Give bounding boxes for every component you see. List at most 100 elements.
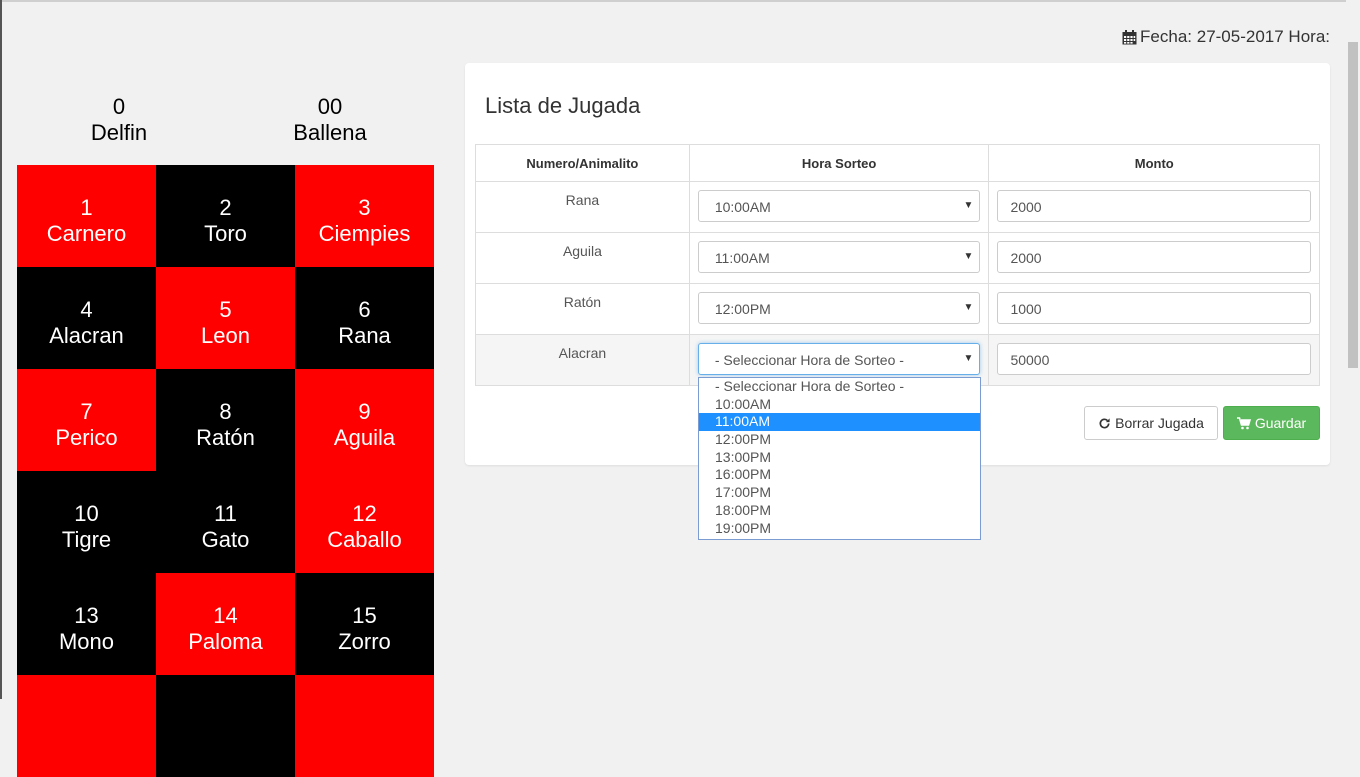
animal-name: Gato — [201, 527, 250, 552]
animal-name: Tigre — [61, 527, 112, 552]
animal-number: 10 — [74, 501, 99, 526]
column-header-hora: Hora Sorteo — [688, 144, 990, 182]
animal-number: 13 — [74, 603, 99, 628]
dropdown-option[interactable]: 16:00PM — [699, 466, 980, 484]
hora-select-value: 12:00PM — [714, 301, 771, 317]
dropdown-option[interactable]: 11:00AM — [699, 413, 980, 432]
animal-card-6[interactable]: 6 Rana — [295, 267, 434, 369]
animal-number: 2 — [219, 195, 232, 220]
animal-number: 9 — [358, 399, 371, 424]
animal-name: Ratón — [196, 425, 255, 450]
animal-name: Toro — [204, 221, 247, 246]
hora-select-value: - Seleccionar Hora de Sorteo - — [714, 352, 904, 368]
monto-input[interactable]: 50000 — [997, 343, 1311, 375]
animal-cell: Aguila — [562, 243, 602, 259]
table-row: Rana 10:00AM ▼ 2000 — [475, 181, 1320, 233]
animal-name: Rana — [338, 323, 391, 348]
table-row: Aguila 11:00AM ▼ 2000 — [475, 232, 1320, 284]
animal-card-12[interactable]: 12 Caballo — [295, 471, 434, 573]
scrollbar-thumb[interactable] — [1348, 42, 1358, 368]
table-row: Ratón 12:00PM ▼ 1000 — [475, 283, 1320, 335]
animal-card-1[interactable]: 1 Carnero — [17, 165, 156, 267]
column-header-numero: Numero/Animalito — [475, 144, 690, 182]
animal-cell: Alacran — [558, 345, 607, 361]
animal-card-3[interactable]: 3 Ciempies — [295, 165, 434, 267]
monto-input[interactable]: 1000 — [997, 292, 1311, 324]
animal-card-2[interactable]: 2 Toro — [156, 165, 295, 267]
monto-input[interactable]: 2000 — [997, 190, 1311, 222]
animal-card-4[interactable]: 4 Alacran — [17, 267, 156, 369]
page-scrollbar[interactable] — [1346, 0, 1360, 699]
panel-title: Lista de Jugada — [485, 93, 641, 118]
borrar-jugada-button[interactable]: Borrar Jugada — [1084, 406, 1218, 440]
chevron-down-icon: ▼ — [963, 200, 974, 211]
dropdown-option[interactable]: 12:00PM — [699, 431, 980, 449]
animal-number: 7 — [80, 399, 93, 424]
animal-number: 12 — [352, 501, 377, 526]
hora-select[interactable]: 10:00AM ▼ — [697, 190, 981, 222]
window-top-border — [0, 0, 1360, 2]
animal-number: 0 — [112, 94, 126, 119]
animal-number: 1 — [80, 195, 93, 220]
animal-card-13[interactable]: 13 Mono — [17, 573, 156, 675]
animal-number: 11 — [214, 501, 237, 526]
animal-name: Perico — [55, 425, 118, 450]
dropdown-option[interactable]: 18:00PM — [699, 502, 980, 520]
animal-name: Aguila — [333, 425, 396, 450]
animal-number: 14 — [213, 603, 238, 628]
guardar-label: Guardar — [1254, 415, 1307, 431]
chevron-down-icon: ▼ — [963, 353, 974, 364]
chevron-down-icon: ▼ — [963, 302, 974, 313]
animal-card-11[interactable]: 11 Gato — [156, 471, 295, 573]
animal-number: 8 — [219, 399, 232, 424]
dropdown-option[interactable]: 10:00AM — [699, 396, 980, 414]
calendar-icon — [1122, 29, 1137, 45]
animal-name: Paloma — [188, 629, 263, 654]
animal-card-partial[interactable] — [295, 675, 434, 777]
animal-name: Delfin — [90, 120, 148, 145]
animal-card-0[interactable]: 0 Delfin — [62, 94, 176, 146]
hora-select[interactable]: 11:00AM ▼ — [697, 241, 981, 273]
chevron-down-icon: ▼ — [963, 251, 974, 262]
animal-name: Mono — [58, 629, 115, 654]
animal-card-partial[interactable] — [156, 675, 295, 777]
animal-card-9[interactable]: 9 Aguila — [295, 369, 434, 471]
animal-name: Leon — [201, 323, 250, 348]
dropdown-option[interactable]: 17:00PM — [699, 484, 980, 502]
animal-card-15[interactable]: 15 Zorro — [295, 573, 434, 675]
animal-name: Alacran — [49, 323, 124, 348]
animal-card-partial[interactable] — [17, 675, 156, 777]
animal-number: 4 — [80, 297, 93, 322]
window-left-border — [0, 0, 2, 699]
monto-input[interactable]: 2000 — [997, 241, 1311, 273]
animal-number: 6 — [358, 297, 371, 322]
dropdown-option[interactable]: 13:00PM — [699, 449, 980, 467]
animal-name: Caballo — [327, 527, 402, 552]
hora-select-open[interactable]: - Seleccionar Hora de Sorteo - ▼ — [697, 343, 981, 375]
hora-select-value: 10:00AM — [714, 199, 771, 215]
animal-name: Carnero — [46, 221, 127, 246]
animal-name: Ballena — [293, 120, 367, 145]
guardar-button[interactable]: Guardar — [1223, 406, 1320, 440]
hora-select[interactable]: 12:00PM ▼ — [697, 292, 981, 324]
hora-sorteo-dropdown-list[interactable]: - Seleccionar Hora de Sorteo -10:00AM 11:… — [698, 377, 981, 540]
animal-number: 3 — [358, 195, 371, 220]
animal-card-10[interactable]: 10 Tigre — [17, 471, 156, 573]
animal-name: Ciempies — [318, 221, 411, 246]
animal-number: 15 — [352, 603, 377, 628]
dropdown-option[interactable]: 19:00PM — [699, 520, 980, 538]
animal-card-14[interactable]: 14 Paloma — [156, 573, 295, 675]
animal-number: 5 — [219, 297, 232, 322]
animal-cell: Rana — [565, 192, 600, 208]
date-time-header: Fecha: 27-05-2017 Hora: — [1122, 27, 1330, 47]
animal-card-5[interactable]: 5 Leon — [156, 267, 295, 369]
borrar-label: Borrar Jugada — [1115, 415, 1204, 431]
hora-select-value: 11:00AM — [714, 250, 770, 266]
animal-card-8[interactable]: 8 Ratón — [156, 369, 295, 471]
animal-card-7[interactable]: 7 Perico — [17, 369, 156, 471]
jugada-table: Numero/Animalito Hora Sorteo Monto Rana … — [475, 144, 1320, 386]
animal-card-00[interactable]: 00 Ballena — [270, 94, 390, 146]
dropdown-option[interactable]: - Seleccionar Hora de Sorteo - — [699, 378, 980, 396]
animal-cell: Ratón — [563, 294, 602, 310]
refresh-icon — [1098, 417, 1111, 430]
